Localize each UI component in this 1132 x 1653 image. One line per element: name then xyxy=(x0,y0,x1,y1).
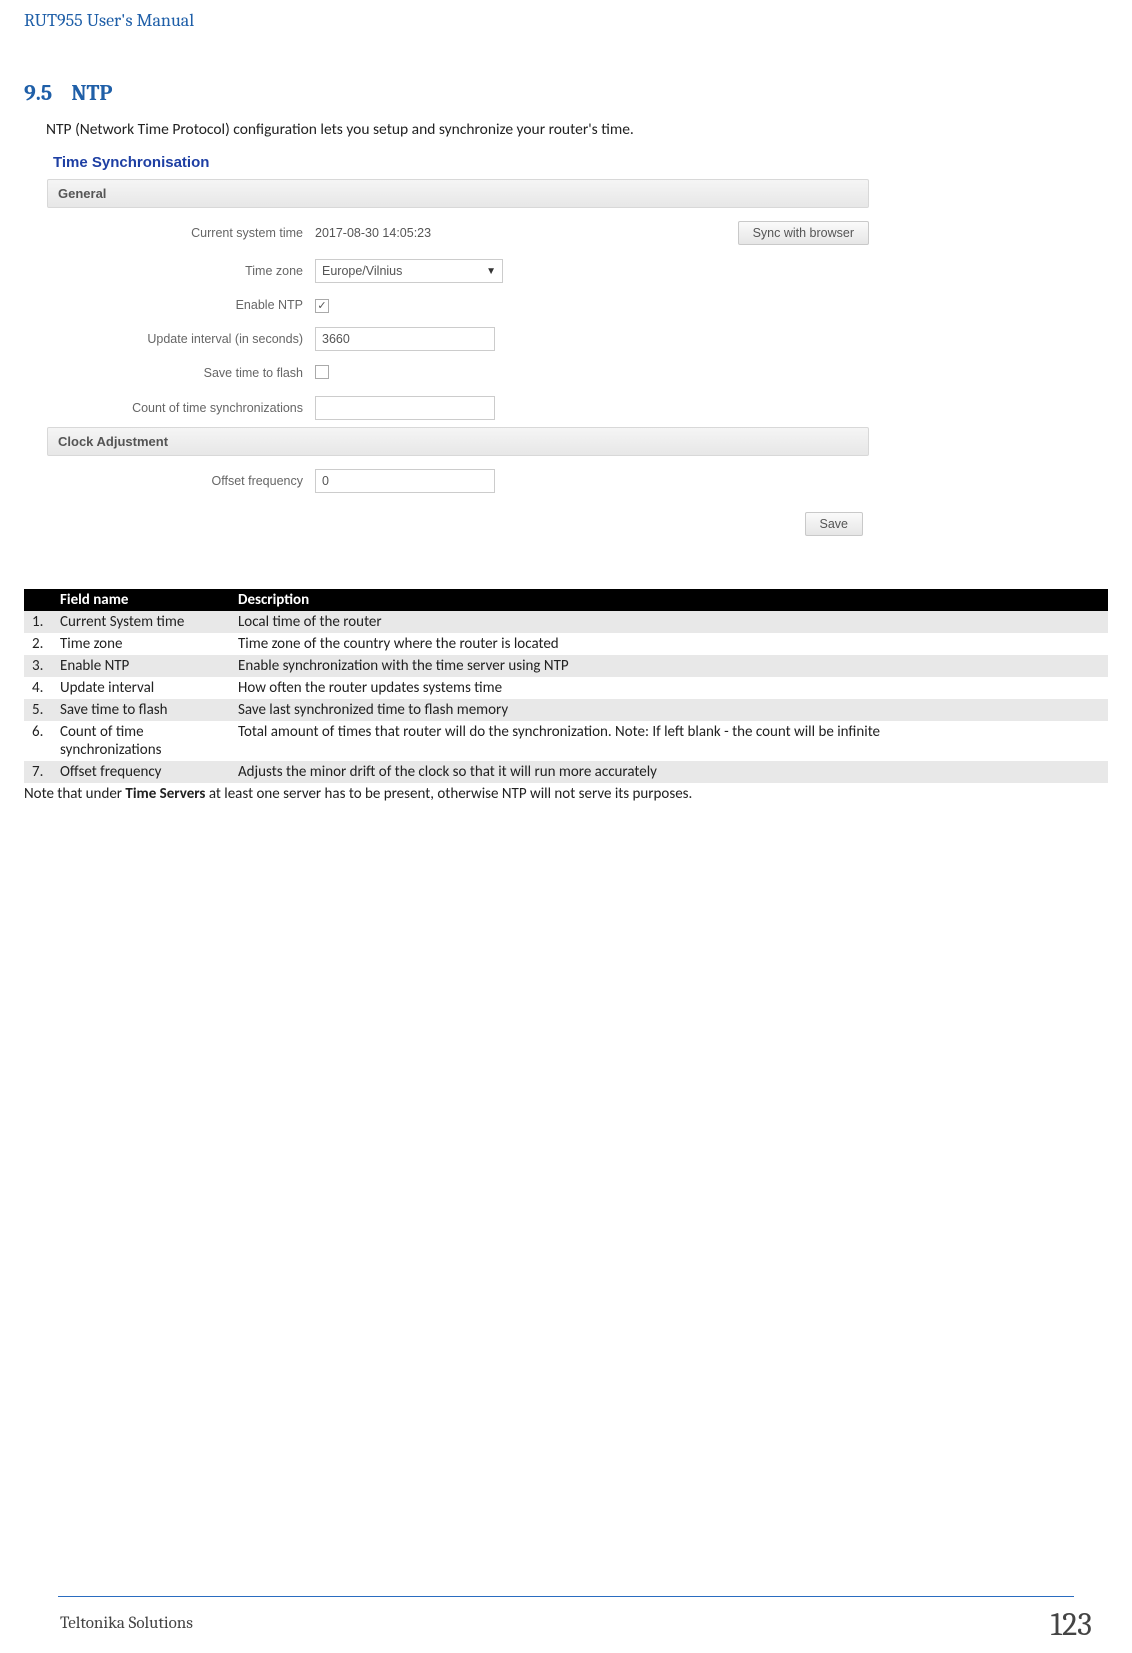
note-post: at least one server has to be present, o… xyxy=(205,785,692,803)
cell-name: Enable NTP xyxy=(52,655,230,677)
footer-rule xyxy=(58,1596,1074,1597)
row-offset: Offset frequency xyxy=(47,462,869,500)
screenshot-panel: Time Synchronisation General Current sys… xyxy=(46,147,870,543)
table-header-row: Field name Description xyxy=(24,589,1108,611)
section-clock-header: Clock Adjustment xyxy=(47,427,869,456)
select-timezone[interactable]: Europe/Vilnius ▼ xyxy=(315,259,503,283)
label-offset: Offset frequency xyxy=(47,474,315,488)
input-count-sync[interactable] xyxy=(315,396,495,420)
cell-desc: Save last synchronized time to flash mem… xyxy=(230,699,1108,721)
table-row: 4. Update interval How often the router … xyxy=(24,677,1108,699)
th-field: Field name xyxy=(52,589,230,611)
select-timezone-value: Europe/Vilnius xyxy=(322,264,402,278)
section-heading: 9.5 NTP xyxy=(24,80,1108,106)
sync-with-browser-button[interactable]: Sync with browser xyxy=(738,221,869,245)
cell-desc: Time zone of the country where the route… xyxy=(230,633,1108,655)
label-count-sync: Count of time synchronizations xyxy=(47,401,315,415)
cell-num: 4. xyxy=(24,677,52,699)
screenshot-title: Time Synchronisation xyxy=(47,148,869,179)
cell-num: 7. xyxy=(24,761,52,783)
table-row: 2. Time zone Time zone of the country wh… xyxy=(24,633,1108,655)
cell-num: 2. xyxy=(24,633,52,655)
note-bold: Time Servers xyxy=(125,785,205,803)
section-title: NTP xyxy=(71,80,112,106)
cell-name: Save time to flash xyxy=(52,699,230,721)
cell-num: 5. xyxy=(24,699,52,721)
checkbox-enable-ntp[interactable]: ✓ xyxy=(315,299,329,313)
cell-desc: How often the router updates systems tim… xyxy=(230,677,1108,699)
cell-num: 1. xyxy=(24,611,52,633)
label-enable-ntp: Enable NTP xyxy=(47,298,315,312)
input-offset[interactable] xyxy=(315,469,495,493)
save-row: Save xyxy=(47,500,869,542)
row-save-flash: Save time to flash xyxy=(47,358,869,389)
table-row: 3. Enable NTP Enable synchronization wit… xyxy=(24,655,1108,677)
footer-left: Teltonika Solutions xyxy=(60,1614,193,1633)
label-current-time: Current system time xyxy=(47,226,315,240)
save-button[interactable]: Save xyxy=(805,512,864,536)
table-row: 7. Offset frequency Adjusts the minor dr… xyxy=(24,761,1108,783)
label-timezone: Time zone xyxy=(47,264,315,278)
table-row: 1. Current System time Local time of the… xyxy=(24,611,1108,633)
page-header: RUT955 User's Manual xyxy=(24,10,194,31)
field-table-wrap: Field name Description 1. Current System… xyxy=(24,589,1108,803)
field-table: Field name Description 1. Current System… xyxy=(24,589,1108,783)
input-update-interval[interactable] xyxy=(315,327,495,351)
cell-name: Time zone xyxy=(52,633,230,655)
note-pre: Note that under xyxy=(24,785,125,803)
cell-name: Current System time xyxy=(52,611,230,633)
note-text: Note that under Time Servers at least on… xyxy=(24,785,1108,803)
cell-name: Update interval xyxy=(52,677,230,699)
label-update-interval: Update interval (in seconds) xyxy=(47,332,315,346)
cell-num: 6. xyxy=(24,721,52,761)
value-current-time: 2017-08-30 14:05:23 xyxy=(315,222,431,244)
label-save-flash: Save time to flash xyxy=(47,366,315,380)
th-blank xyxy=(24,589,52,611)
row-current-time: Current system time 2017-08-30 14:05:23 … xyxy=(47,214,869,252)
checkbox-save-flash[interactable] xyxy=(315,365,329,379)
chevron-down-icon: ▼ xyxy=(486,266,496,277)
cell-name: Offset frequency xyxy=(52,761,230,783)
row-update-interval: Update interval (in seconds) xyxy=(47,320,869,358)
row-enable-ntp: Enable NTP ✓ xyxy=(47,290,869,320)
content-area: 9.5 NTP NTP (Network Time Protocol) conf… xyxy=(24,80,1108,803)
cell-desc: Local time of the router xyxy=(230,611,1108,633)
cell-num: 3. xyxy=(24,655,52,677)
section-general-header: General xyxy=(47,179,869,208)
table-row: 5. Save time to flash Save last synchron… xyxy=(24,699,1108,721)
row-count-sync: Count of time synchronizations xyxy=(47,389,869,427)
cell-name: Count of time synchronizations xyxy=(52,721,230,761)
footer-page-number: 123 xyxy=(1051,1606,1092,1643)
cell-desc: Total amount of times that router will d… xyxy=(230,721,1108,761)
th-desc: Description xyxy=(230,589,1108,611)
cell-desc: Enable synchronization with the time ser… xyxy=(230,655,1108,677)
table-row: 6. Count of time synchronizations Total … xyxy=(24,721,1108,761)
row-timezone: Time zone Europe/Vilnius ▼ xyxy=(47,252,869,290)
cell-desc: Adjusts the minor drift of the clock so … xyxy=(230,761,1108,783)
intro-text: NTP (Network Time Protocol) configuratio… xyxy=(46,120,1108,139)
section-number: 9.5 xyxy=(24,80,68,106)
